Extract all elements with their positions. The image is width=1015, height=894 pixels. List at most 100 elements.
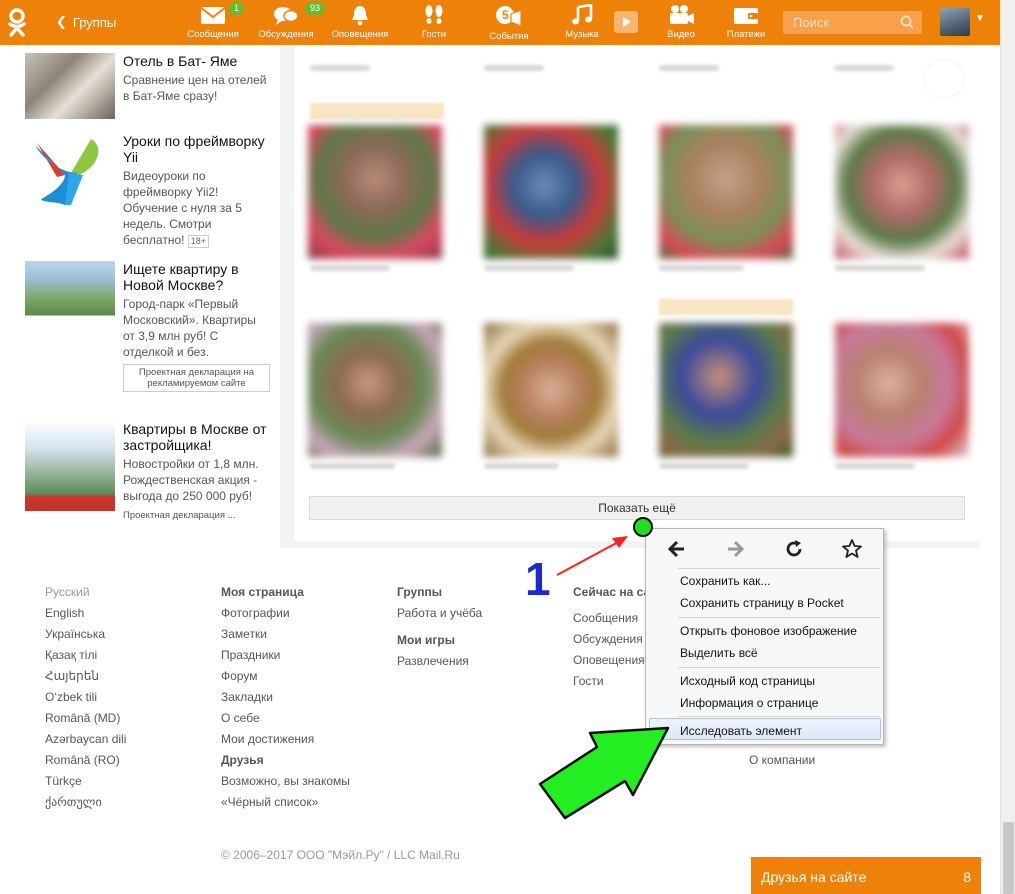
back-to-groups-link[interactable]: ❮ Группы <box>56 14 116 30</box>
reload-icon[interactable] <box>783 538 805 560</box>
nav-guests[interactable]: Гости <box>403 4 465 44</box>
ad-yii[interactable]: Уроки по фреймворку Yii Видеоуроки по фр… <box>25 133 265 253</box>
nav-label: Видео <box>667 29 695 40</box>
footer-link[interactable]: Заметки <box>221 624 350 645</box>
nav-video[interactable]: Видео <box>650 4 712 44</box>
menu-item-inspect-element[interactable]: Исследовать элемент <box>680 724 802 738</box>
photo-thumbnail[interactable] <box>484 323 618 457</box>
menu-separator <box>678 617 880 618</box>
footer-link[interactable]: Форум <box>221 666 350 687</box>
back-arrow-icon[interactable] <box>666 538 688 560</box>
menu-item-page-info[interactable]: Информация о странице <box>680 696 818 710</box>
nav-messages[interactable]: 1 Сообщения <box>182 2 245 44</box>
language-link[interactable]: Română (RO) <box>45 750 126 771</box>
yii-logo-icon <box>35 139 99 205</box>
language-link[interactable]: Հայերեն <box>45 666 126 687</box>
footer-link[interactable]: Развлечения <box>397 651 482 672</box>
photo-caption <box>659 65 719 71</box>
language-link[interactable]: Қазақ тілі <box>45 645 126 666</box>
ad-description: Сравнение цен на отелей в Бат-Яме сразу! <box>123 73 267 103</box>
nav-music[interactable]: Музыка <box>551 4 613 44</box>
friends-online-bar[interactable]: Друзья на сайте 8 <box>751 857 981 894</box>
language-link[interactable]: Türkçe <box>45 771 126 792</box>
footer-link[interactable]: Фотографии <box>221 603 350 624</box>
footer-link[interactable]: Праздники <box>221 645 350 666</box>
footer-link[interactable]: Гости <box>573 671 650 692</box>
scrollbar-thumb[interactable] <box>1003 822 1014 894</box>
photo-thumbnail[interactable] <box>308 323 442 457</box>
friends-online-count: 8 <box>963 869 971 885</box>
footer-heading[interactable]: Друзья <box>221 750 350 771</box>
photo-thumbnail[interactable] <box>308 125 442 259</box>
forward-arrow-icon[interactable] <box>724 538 746 560</box>
search-icon[interactable] <box>900 15 914 29</box>
caret-down-icon[interactable]: ▼ <box>975 13 985 24</box>
events-count: 5 <box>502 8 509 22</box>
page-scrollbar[interactable] <box>1000 0 1015 894</box>
menu-item-view-source[interactable]: Исходный код страницы <box>680 674 815 688</box>
footer-link[interactable]: Работа и учёба <box>397 603 482 624</box>
ad-title: Уроки по фреймворку Yii <box>123 133 265 165</box>
language-link[interactable]: English <box>45 603 126 624</box>
footer-link[interactable]: О себе <box>221 708 350 729</box>
search-input[interactable]: Поиск <box>783 11 922 34</box>
nav-notifications[interactable]: Оповещения <box>329 4 391 44</box>
footer-link[interactable]: «Чёрный список» <box>221 792 350 813</box>
play-video-icon[interactable] <box>613 10 639 34</box>
footer-link[interactable]: Мои достижения <box>221 729 350 750</box>
messages-badge: 1 <box>229 2 245 15</box>
video-camera-icon <box>670 5 694 24</box>
about-company-link[interactable]: О компании <box>749 753 815 767</box>
footer-heading[interactable]: Группы <box>397 582 482 603</box>
back-label: Группы <box>72 14 117 30</box>
scroll-up-button[interactable] <box>924 59 964 99</box>
footer-link[interactable]: Сообщения <box>573 608 650 629</box>
photo-thumbnail[interactable] <box>484 125 618 259</box>
language-link[interactable]: Azərbaycan dili <box>45 729 126 750</box>
ad-developer-image <box>25 421 115 511</box>
photo-caption <box>659 265 744 271</box>
language-link[interactable]: O‘zbek tili <box>45 687 126 708</box>
declaration-box[interactable]: Проектная декларация на рекламируемом са… <box>123 364 270 392</box>
footer-link[interactable]: Возможно, вы знакомы <box>221 771 350 792</box>
language-link[interactable]: ქართული <box>45 792 126 813</box>
ad-moscow-apartment[interactable]: Ищете квартиру в Новой Москве? Город-пар… <box>25 261 270 411</box>
footer-link[interactable]: Обсуждения <box>573 629 650 650</box>
copyright: © 2006–2017 ООО "Мэйл.Ру" / LLC Mail.Ru <box>221 848 460 862</box>
footer-heading[interactable]: Моя страница <box>221 582 350 603</box>
friends-online-label: Друзья на сайте <box>761 869 867 885</box>
photo-caption <box>484 265 574 271</box>
nav-discussions[interactable]: 93 Обсуждения <box>255 2 326 44</box>
photo-caption <box>834 65 894 71</box>
menu-item-select-all[interactable]: Выделить всё <box>680 646 758 660</box>
bookmark-star-icon[interactable] <box>841 538 863 560</box>
ad-moscow-developer[interactable]: Квартиры в Москве от застройщика! Новост… <box>25 421 267 521</box>
language-link[interactable]: Українська <box>45 624 126 645</box>
ad-hotel[interactable]: Отель в Бат- Яме Сравнение цен на отелей… <box>25 53 267 123</box>
menu-item-save-as[interactable]: Сохранить как... <box>680 574 770 588</box>
menu-item-save-to-pocket[interactable]: Сохранить страницу в Pocket <box>680 596 844 610</box>
nav-events[interactable]: 5 События <box>478 4 540 44</box>
nav-payments[interactable]: Платежи <box>715 4 777 44</box>
photo-thumbnail[interactable] <box>659 125 793 259</box>
odnoklassniki-logo-icon[interactable] <box>6 8 28 38</box>
music-note-icon <box>572 4 593 25</box>
photo-thumbnail[interactable] <box>659 323 793 457</box>
menu-item-open-background[interactable]: Открыть фоновое изображение <box>680 624 857 638</box>
footer-link[interactable]: Закладки <box>221 687 350 708</box>
footprints-icon <box>425 5 443 24</box>
photo-panel <box>280 45 980 548</box>
footer-heading[interactable]: Мои игры <box>397 630 482 651</box>
context-menu-navigation <box>646 529 883 567</box>
footer-now-online: Сейчас на са Сообщения Обсуждения Оповещ… <box>573 582 650 692</box>
photo-thumbnail[interactable] <box>835 125 969 259</box>
declaration-link[interactable]: Проектная декларация ... <box>123 510 236 521</box>
user-avatar[interactable] <box>940 8 970 36</box>
ad-title: Отель в Бат- Яме <box>123 53 238 69</box>
envelope-icon <box>200 7 226 24</box>
footer-link[interactable]: Оповещения <box>573 650 650 671</box>
photo-thumbnail[interactable] <box>835 323 969 457</box>
show-more-button[interactable]: Показать ещё <box>309 496 965 520</box>
photo-grid <box>294 45 980 541</box>
language-link[interactable]: Română (MD) <box>45 708 126 729</box>
